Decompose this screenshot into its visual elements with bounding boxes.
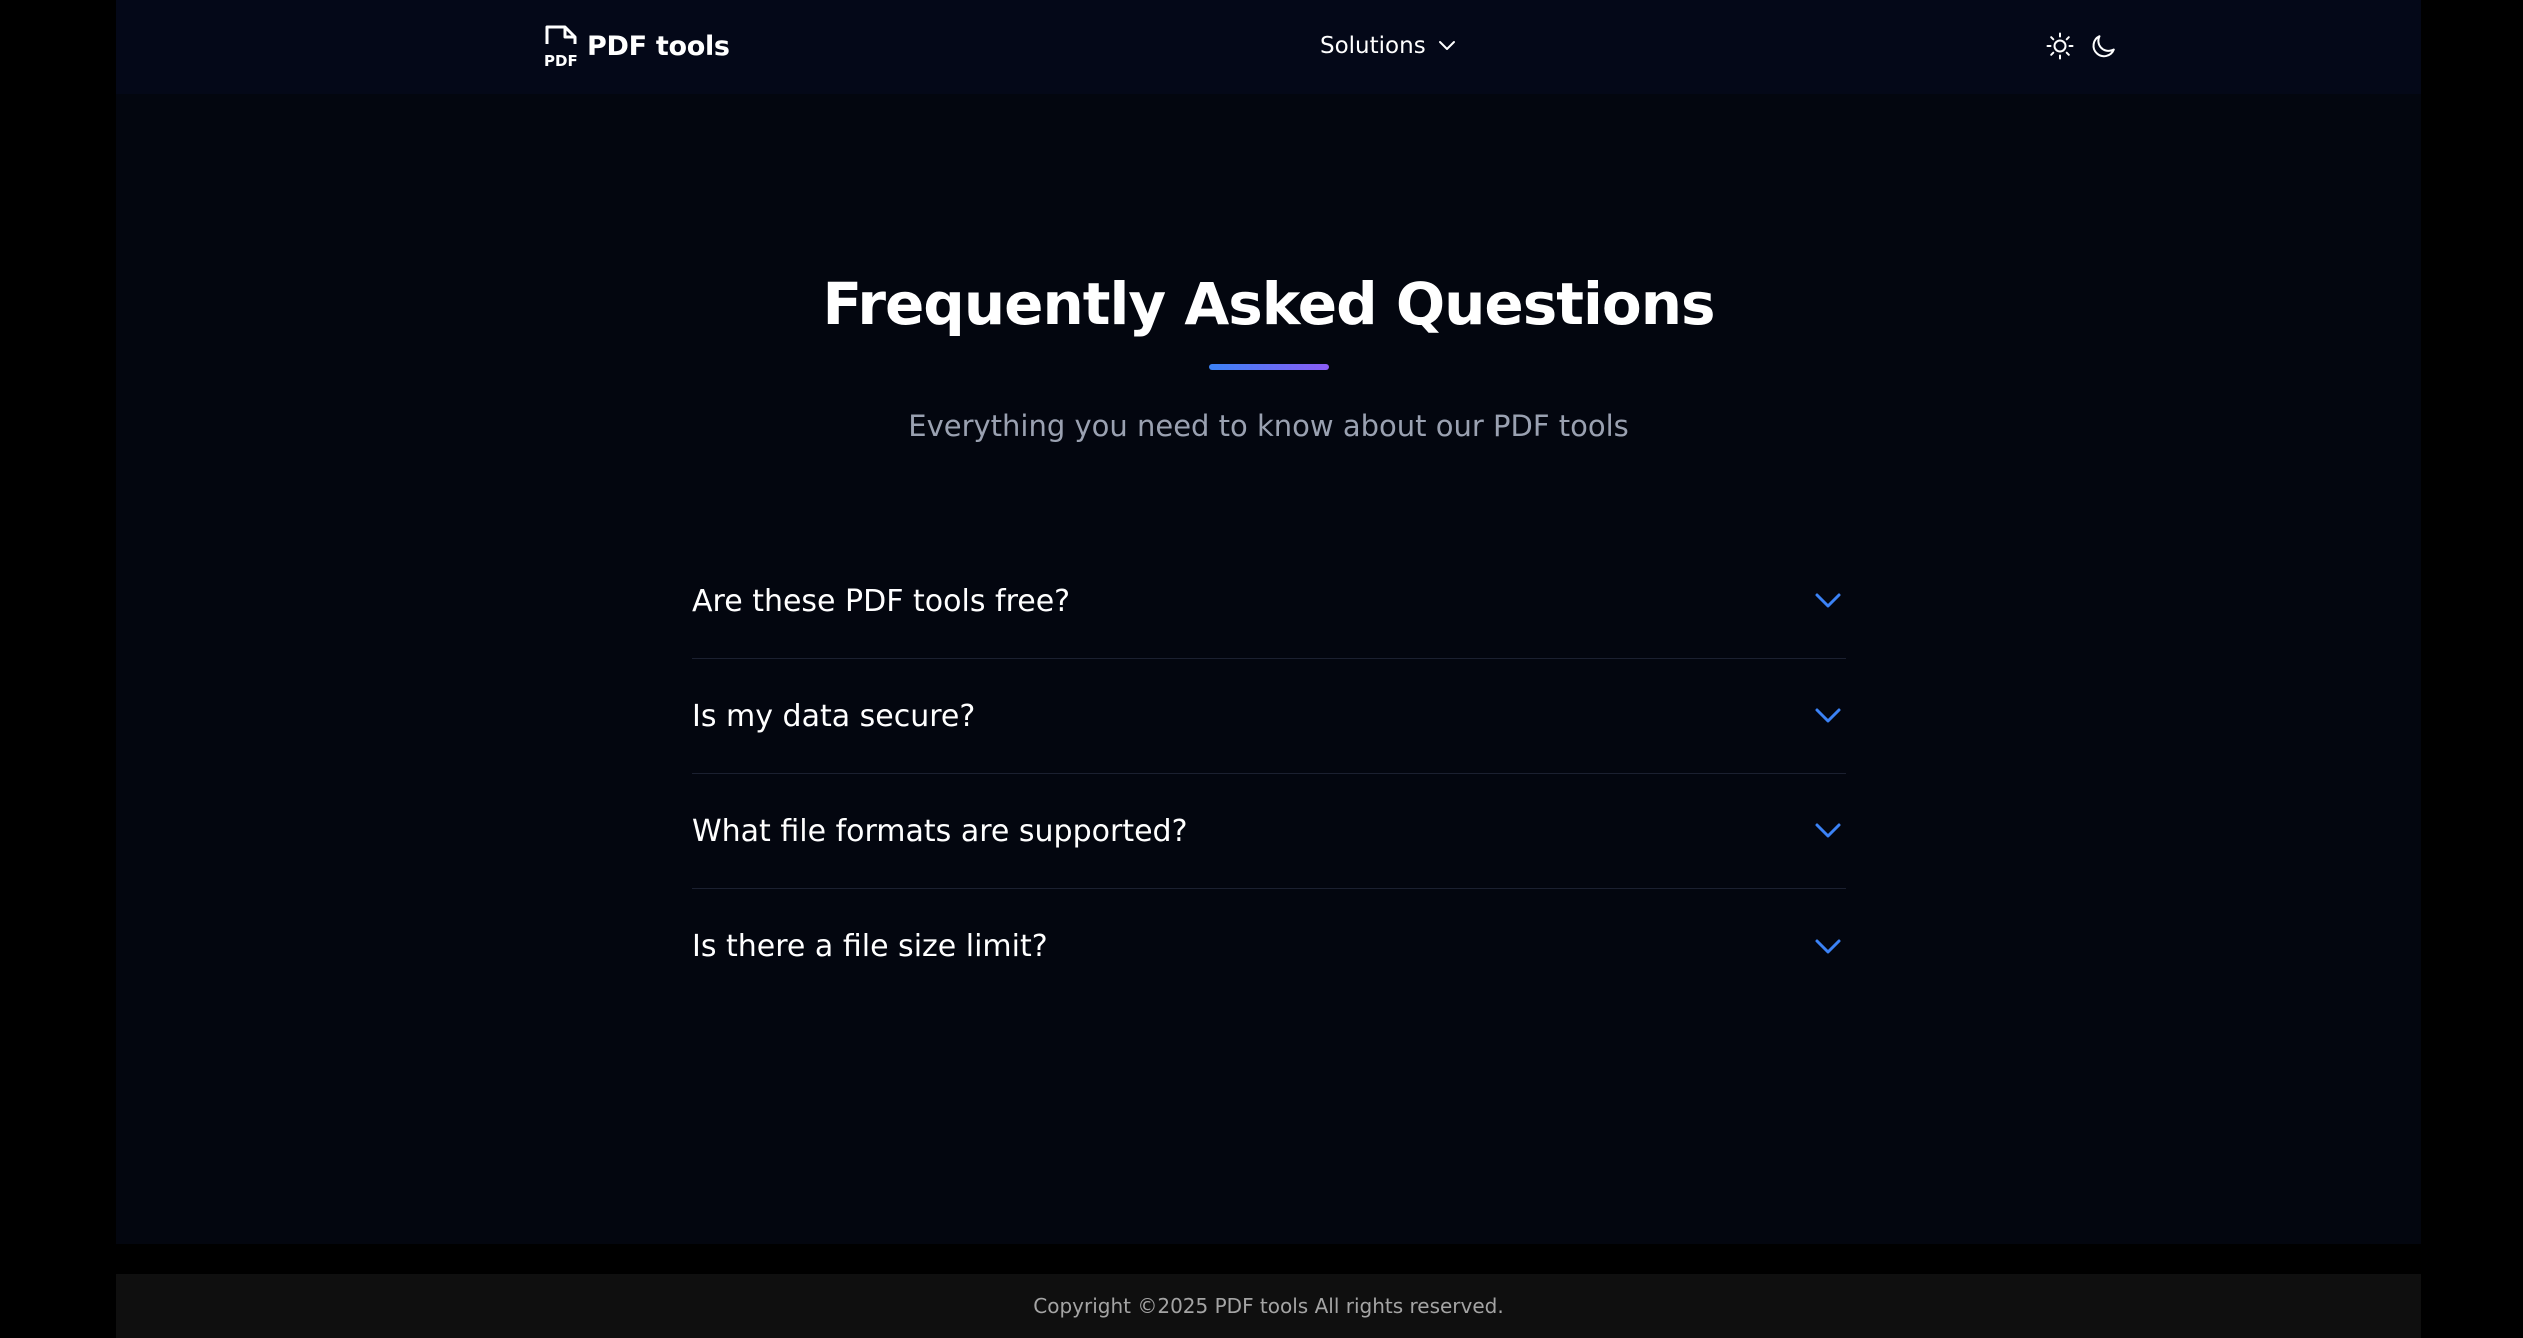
dark-theme-button[interactable]	[2088, 30, 2120, 62]
solutions-menu-button[interactable]: Solutions	[1320, 28, 1456, 64]
page-subtitle: Everything you need to know about our PD…	[908, 409, 1629, 443]
faq-question: What file formats are supported?	[692, 813, 1188, 849]
pdf-file-icon: PDF	[544, 25, 578, 68]
navbar: PDF PDF tools Solutions	[116, 0, 2421, 94]
faq-list: Are these PDF tools free? Is my data sec…	[692, 544, 1846, 1004]
theme-toggle-group	[2044, 30, 2120, 62]
faq-question: Are these PDF tools free?	[692, 583, 1071, 619]
page-title: Frequently Asked Questions	[822, 270, 1715, 338]
faq-item-size-limit[interactable]: Is there a file size limit?	[692, 889, 1846, 1004]
title-underline	[1209, 364, 1329, 370]
moon-icon	[2092, 35, 2115, 58]
chevron-down-icon	[1815, 823, 1841, 838]
light-theme-button[interactable]	[2044, 30, 2076, 62]
sun-icon	[2046, 32, 2074, 60]
footer: Copyright ©2025 PDF tools All rights res…	[116, 1274, 2421, 1338]
svg-text:PDF: PDF	[544, 52, 578, 68]
chevron-down-icon	[1815, 593, 1841, 608]
page-container: PDF PDF tools Solutions Frequently Asked…	[116, 0, 2421, 1244]
faq-item-formats[interactable]: What file formats are supported?	[692, 774, 1846, 889]
chevron-down-icon	[1815, 939, 1841, 953]
solutions-label: Solutions	[1320, 33, 1426, 59]
faq-item-security[interactable]: Is my data secure?	[692, 659, 1846, 774]
faq-item-free[interactable]: Are these PDF tools free?	[692, 544, 1846, 659]
brand-name: PDF tools	[587, 30, 730, 62]
copyright-text: Copyright ©2025 PDF tools All rights res…	[1033, 1294, 1504, 1318]
chevron-down-icon	[1815, 708, 1841, 723]
brand-logo-link[interactable]: PDF PDF tools	[543, 24, 730, 68]
faq-question: Is there a file size limit?	[692, 929, 1048, 964]
chevron-down-icon	[1438, 41, 1455, 50]
faq-question: Is my data secure?	[692, 698, 976, 734]
